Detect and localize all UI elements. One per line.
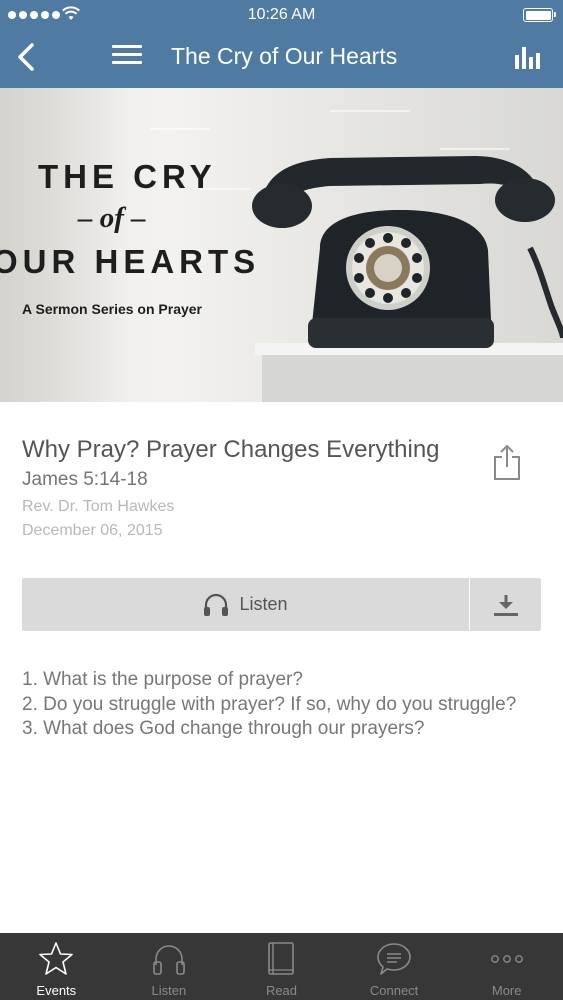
more-dots-icon	[490, 955, 523, 963]
share-icon[interactable]	[492, 443, 522, 481]
menu-button[interactable]	[112, 45, 142, 67]
page-title: The Cry of Our Hearts	[171, 43, 398, 69]
back-button[interactable]	[14, 42, 40, 72]
tab-read[interactable]: Read	[225, 933, 338, 1000]
sermon-speaker: Rev. Dr. Tom Hawkes	[22, 498, 175, 515]
hamburger-line	[112, 53, 142, 56]
sermon-scripture: James 5:14-18	[22, 469, 148, 490]
sermon-date: December 06, 2015	[22, 522, 163, 539]
tab-label: Events	[36, 983, 77, 998]
sermon-title: Why Pray? Prayer Changes Everything	[22, 436, 440, 463]
star-icon	[39, 942, 74, 975]
status-time: 10:26 AM	[247, 6, 316, 23]
tab-more[interactable]: More	[450, 933, 563, 1000]
book-icon	[268, 942, 295, 975]
tab-label: Listen	[151, 983, 187, 998]
tab-listen[interactable]: Listen	[113, 933, 226, 1000]
banner-title-line-3: OUR HEARTS	[0, 243, 261, 280]
navigation-bar: 10:26 AM The Cry of Our Hearts	[0, 0, 563, 88]
headphones-icon	[153, 945, 185, 975]
tab-label: More	[491, 983, 522, 998]
tab-events[interactable]: Events	[0, 933, 113, 1000]
tab-bar: Events Listen Read Connect More	[0, 933, 563, 1000]
note-item: 2. Do you struggle with prayer? If so, w…	[22, 693, 517, 715]
rotary-telephone-illustration	[252, 156, 563, 348]
banner-subtitle: A Sermon Series on Prayer	[22, 301, 203, 317]
table-front	[262, 355, 563, 402]
chat-bubble-icon	[377, 943, 411, 975]
tab-label: Read	[265, 983, 298, 998]
status-bar: 10:26 AM	[0, 0, 563, 30]
note-item: 3. What does God change through our pray…	[22, 718, 425, 739]
sermon-notes: 1. What is the purpose of prayer? 2. Do …	[22, 668, 522, 742]
bar-chart-icon[interactable]	[515, 45, 541, 69]
download-button[interactable]	[470, 578, 541, 631]
tab-label: Connect	[369, 983, 419, 998]
hamburger-line	[112, 45, 142, 48]
listen-button[interactable]: Listen	[22, 578, 469, 631]
listen-button-label: Listen	[239, 594, 288, 614]
battery-icon	[523, 8, 556, 22]
banner-title-line-1: THE CRY	[38, 158, 217, 195]
hamburger-line	[112, 61, 142, 64]
note-item: 1. What is the purpose of prayer?	[22, 669, 303, 690]
tab-connect[interactable]: Connect	[338, 933, 451, 1000]
download-icon	[493, 594, 518, 616]
series-banner-image: THE CRY – of – OUR HEARTS A Sermon Serie…	[0, 88, 563, 402]
banner-title-line-2: – of –	[78, 202, 146, 234]
headphones-icon	[204, 593, 229, 616]
